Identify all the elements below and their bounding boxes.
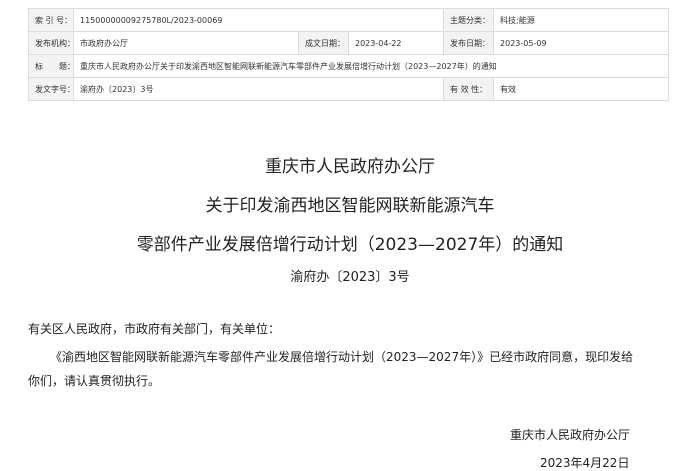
salutation: 有关区人民政府，市政府有关部门，有关单位： bbox=[28, 322, 281, 336]
index-no-label: 索 引 号： bbox=[28, 8, 74, 32]
metadata-row-issuer: 发布机构： 市政府办公厅 成文日期： 2023-04-22 发布日期： 2023… bbox=[28, 31, 670, 55]
validity-label: 有 效 性： bbox=[443, 77, 495, 101]
issuer-value: 市政府办公厅 bbox=[73, 31, 299, 55]
signature-organization: 重庆市人民政府办公厅 bbox=[510, 428, 631, 442]
doc-no-label: 发文字号： bbox=[28, 77, 74, 101]
index-no-value: 11500000009275780L/2023-00069 bbox=[72, 8, 445, 32]
written-date-label: 成文日期： bbox=[298, 31, 349, 55]
document-title-line-2: 零部件产业发展倍增行动计划（2023—2027年）的通知 bbox=[136, 235, 564, 255]
title-value: 重庆市人民政府办公厅关于印发渝西地区智能网联新能源汽车零部件产业发展倍增行动计划… bbox=[72, 54, 670, 78]
document-title-line-1: 关于印发渝西地区智能网联新能源汽车 bbox=[205, 196, 495, 216]
topic-value: 科技;能源 bbox=[493, 8, 670, 32]
issuer-label: 发布机构： bbox=[28, 31, 74, 55]
signature-date: 2023年4月22日 bbox=[540, 456, 630, 470]
metadata-row-docno: 发文字号： 渝府办〔2023〕3号 有 效 性： 有效 bbox=[28, 77, 670, 101]
metadata-table: 索 引 号： 11500000009275780L/2023-00069 主题分… bbox=[28, 8, 670, 101]
document-number: 渝府办〔2023〕3号 bbox=[290, 270, 410, 285]
body-paragraph-line-2: 你们，请认真贯彻执行。 bbox=[28, 374, 161, 388]
publish-date-value: 2023-05-09 bbox=[493, 31, 670, 55]
document-issuer: 重庆市人民政府办公厅 bbox=[265, 157, 435, 177]
publish-date-label: 发布日期： bbox=[443, 31, 495, 55]
metadata-row-title: 标 题： 重庆市人民政府办公厅关于印发渝西地区智能网联新能源汽车零部件产业发展倍… bbox=[28, 54, 670, 78]
doc-no-value: 渝府办〔2023〕3号 bbox=[72, 77, 445, 101]
document-page: 索 引 号： 11500000009275780L/2023-00069 主题分… bbox=[0, 0, 700, 470]
validity-value: 有效 bbox=[493, 77, 670, 101]
title-label: 标 题： bbox=[28, 54, 74, 78]
written-date-value: 2023-04-22 bbox=[347, 31, 445, 55]
topic-label: 主题分类： bbox=[443, 8, 495, 32]
body-paragraph-line-1: 《渝西地区智能网联新能源汽车零部件产业发展倍增行动计划（2023—2027年）》… bbox=[50, 350, 634, 364]
metadata-row-index: 索 引 号： 11500000009275780L/2023-00069 主题分… bbox=[28, 8, 670, 32]
